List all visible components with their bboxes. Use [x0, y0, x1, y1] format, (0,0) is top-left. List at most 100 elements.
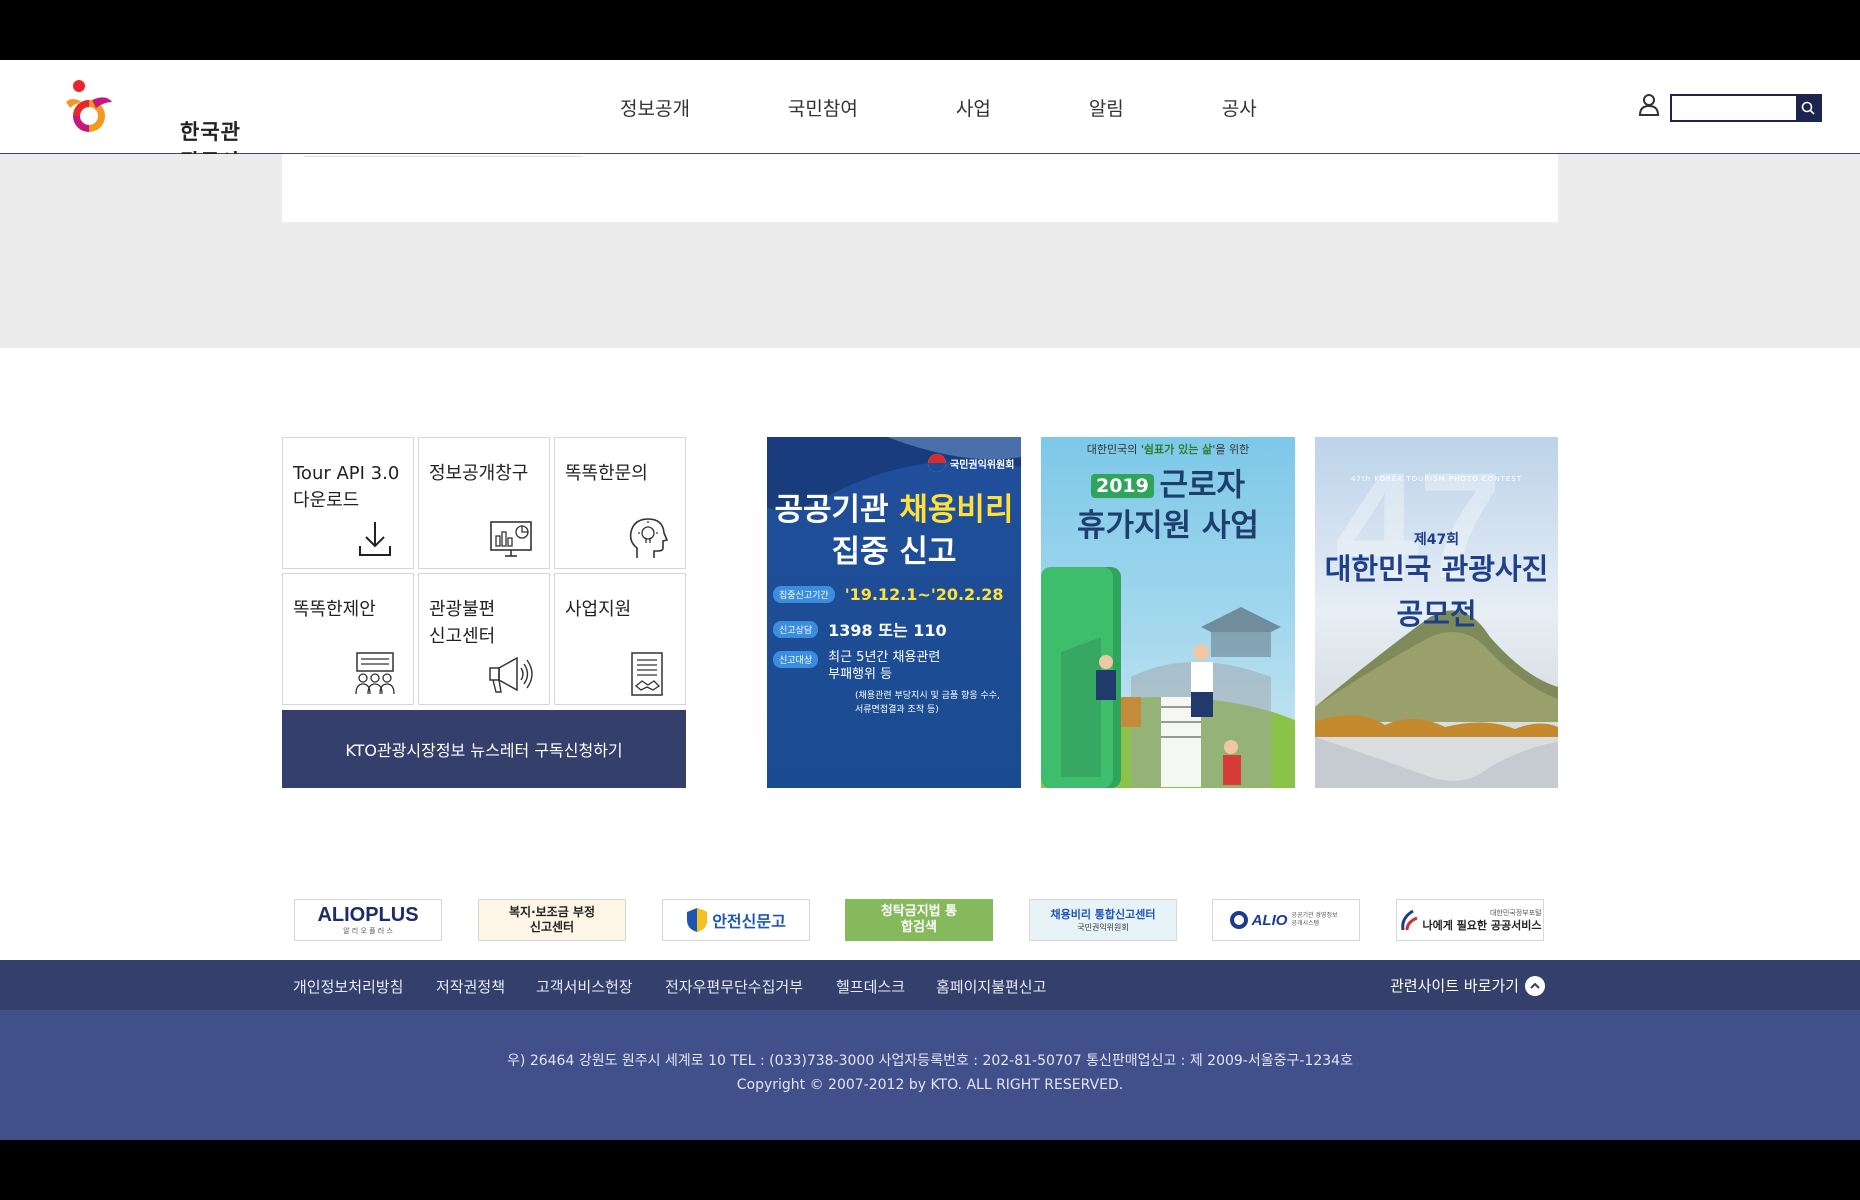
gnb-item-business[interactable]: 사업 [956, 94, 991, 121]
banner3-english-title: 47th KOREA TOURISM PHOTO CONTEST [1351, 475, 1522, 483]
chevron-up-icon [1524, 975, 1545, 996]
banner-tourism-photo-contest[interactable]: 47 47th KOREA TOURISM PHOTO CONTEST 제47회… [1315, 437, 1558, 788]
content-panel [282, 154, 1558, 222]
tile-smart-proposal[interactable]: 똑똑한제안 [282, 573, 414, 705]
tile-label: 관광불편 신고센터 [429, 599, 496, 647]
alio-emblem-icon [1229, 911, 1248, 929]
head-lightbulb-icon [629, 518, 669, 558]
megaphone-icon [489, 656, 533, 693]
company-address: 우) 26464 강원도 원주시 세계로 10 TEL : (033)738-3… [507, 1053, 1353, 1069]
banner1-note: (채용관련 부당지시 및 금품 향응 수수, 서류면접결과 조작 등) [855, 691, 1000, 715]
tile-label: 사업지원 [565, 599, 632, 620]
partner-gov-portal[interactable]: 대한민국정부포털 나에게 필요한 공공서비스 [1396, 899, 1544, 941]
partner-alioplus-name: ALIOPLUS [317, 904, 419, 926]
banner3-title-line1: 대한민국 관광사진 [1324, 552, 1549, 586]
banner1-org: 국민권익위원회 [950, 460, 1015, 471]
gnb-item-notice[interactable]: 알림 [1089, 94, 1124, 121]
footer-link-site-complaint[interactable]: 홈페이지불편신고 [936, 976, 1046, 997]
banner1-row-tag: 신고상담 [773, 620, 819, 638]
search-box [1670, 94, 1822, 122]
partner-anti-graft-name: 청탁금지법 통합검색 [880, 904, 958, 935]
banner2-subtitle-emphasis: 쉼표가 있는 삶 [1143, 443, 1213, 456]
banner3-round: 제47회 [1413, 532, 1460, 548]
search-icon [1801, 101, 1815, 115]
quick-menu-section: Tour API 3.0 다운로드 정보공개창구 똑똑한문의 똑똑한제안 관광불… [0, 348, 1860, 960]
banner1-row-tag: 신고대상 [773, 651, 819, 668]
partner-recruitment-name: 채용비리 통합신고센터 [1050, 907, 1156, 921]
footer-nav: 개인정보처리방침 저작권정책 고객서비스헌장 전자우편무단수집거부 헬프데스크 … [0, 960, 1860, 1010]
gnb-item-corporation[interactable]: 공사 [1222, 94, 1257, 121]
partner-alio-sub: 공공기관 경영정보 공개시스템 [1291, 912, 1338, 927]
partner-gov-portal-sub: 대한민국정부포털 [1489, 908, 1542, 917]
banner2-subtitle: 대한민국의 '쉼표가 있는 삶'을 위한 [1041, 441, 1295, 457]
banner-recruitment-corruption-report[interactable]: 국민권익위원회 공공기관 채용비리 집중 신고 집중신고기간 '19.12.1~… [767, 437, 1021, 788]
partner-alioplus[interactable]: ALIOPLUS 알 리 오 플 러 스 [294, 899, 442, 941]
document-handshake-icon [631, 652, 663, 696]
kto-logo-mark-icon [66, 80, 112, 132]
banner2-title: 2019 근로자 휴가지원 사업 [1041, 465, 1295, 551]
copyright-text: Copyright © 2007-2012 by KTO. ALL RIGHT … [736, 1077, 1124, 1093]
partner-recruitment-sub: 국민권익위원회 [1077, 922, 1129, 932]
banner1-title-highlight: 채용비리 [899, 492, 1014, 528]
banner1-row-text: 최근 5년간 채용관련 부패행위 등 [828, 650, 941, 682]
partner-safety-report-name: 안전신문고 [712, 912, 786, 931]
related-sites-button[interactable]: 관련사이트 바로가기 [1390, 975, 1545, 996]
banner1-row: 집중신고기간 '19.12.1~'20.2.28 [773, 585, 1021, 604]
page: 한국관광공사 정보공개 국민참여 사업 알림 공사 [0, 0, 1860, 1200]
tile-info-disclosure[interactable]: 정보공개창구 [418, 437, 550, 569]
kto-logo[interactable]: 한국관광공사 [62, 78, 242, 174]
banner1-row-text: '19.12.1~'20.2.28 [844, 585, 1004, 604]
shield-icon [687, 908, 708, 932]
partner-alio-name: ALIO [1251, 911, 1288, 929]
footer-link-helpdesk[interactable]: 헬프데스크 [836, 976, 905, 997]
banner2-year-badge: 2019 [1090, 473, 1154, 498]
partner-welfare-subsidy-report[interactable]: 복지·보조금 부정 신고센터 [478, 899, 626, 941]
banner1-row: 신고대상 최근 5년간 채용관련 부패행위 등 [773, 649, 1021, 683]
tile-label: Tour API 3.0 다운로드 [293, 463, 400, 511]
banner1-title-line2: 집중 신고 [831, 534, 957, 570]
download-icon [359, 522, 391, 556]
user-icon[interactable] [1638, 93, 1660, 117]
partner-alioplus-sub: 알 리 오 플 러 스 [343, 927, 393, 935]
banner2-title-line2: 휴가지원 사업 [1077, 507, 1259, 544]
tile-tourism-complaint-center[interactable]: 관광불편 신고센터 [418, 573, 550, 705]
tile-smart-inquiry[interactable]: 똑똑한문의 [554, 437, 686, 569]
gnb-item-participation[interactable]: 국민참여 [788, 94, 858, 121]
footer-link-email-refusal[interactable]: 전자우편무단수집거부 [665, 976, 803, 997]
banner1-row: 신고상담 1398 또는 110 [773, 617, 1021, 641]
tile-business-support[interactable]: 사업지원 [554, 573, 686, 705]
header: 한국관광공사 정보공개 국민참여 사업 알림 공사 [0, 60, 1860, 174]
banner2-subtitle-post: '을 위한 [1212, 443, 1250, 456]
gnb-item-info-disclosure[interactable]: 정보공개 [620, 94, 690, 121]
monitor-chart-icon [490, 521, 532, 557]
tile-tour-api-download[interactable]: Tour API 3.0 다운로드 [282, 437, 414, 569]
partner-recruitment-corruption-report[interactable]: 채용비리 통합신고센터 국민권익위원회 [1029, 899, 1177, 941]
partner-gov-portal-name: 나에게 필요한 공공서비스 [1422, 918, 1542, 932]
partner-welfare-subsidy-name: 복지·보조금 부정 신고센터 [508, 905, 596, 934]
panel-divider [304, 156, 582, 157]
banner2-title-line1: 근로자 [1159, 467, 1246, 504]
related-sites-label: 관련사이트 바로가기 [1390, 977, 1519, 995]
banner3-title: 대한민국 관광사진 공모전 [1315, 549, 1558, 639]
footer-link-customer-charter[interactable]: 고객서비스헌장 [536, 976, 633, 997]
banner-worker-vacation-support[interactable]: 대한민국의 '쉼표가 있는 삶'을 위한 2019 근로자 휴가지원 사업 [1041, 437, 1295, 788]
banner1-title-part1: 공공기관 [774, 492, 900, 528]
footer-link-privacy-policy[interactable]: 개인정보처리방침 [293, 976, 403, 997]
gov-portal-icon [1400, 909, 1418, 931]
footer-info: 우) 26464 강원도 원주시 세계로 10 TEL : (033)738-3… [0, 1010, 1860, 1140]
people-board-icon [355, 652, 395, 695]
footer-link-copyright-policy[interactable]: 저작권정책 [436, 976, 505, 997]
content-band [0, 154, 1860, 348]
banner3-title-line2: 공모전 [1396, 597, 1477, 631]
search-button[interactable] [1796, 96, 1820, 120]
partner-anti-graft-search[interactable]: 청탁금지법 통합검색 [845, 899, 993, 941]
banner1-row-text: 1398 또는 110 [828, 621, 947, 640]
tile-label: 정보공개창구 [429, 463, 529, 484]
partner-safety-report[interactable]: 안전신문고 [662, 899, 810, 941]
tile-label: 똑똑한문의 [565, 463, 648, 484]
partner-alio[interactable]: ALIO 공공기관 경영정보 공개시스템 [1212, 899, 1360, 941]
global-nav: 정보공개 국민참여 사업 알림 공사 [560, 94, 1257, 121]
banner1-title: 공공기관 채용비리 집중 신고 [767, 489, 1021, 573]
search-input[interactable] [1672, 96, 1798, 120]
newsletter-subscribe-button[interactable]: KTO관광시장정보 뉴스레터 구독신청하기 [282, 710, 686, 788]
